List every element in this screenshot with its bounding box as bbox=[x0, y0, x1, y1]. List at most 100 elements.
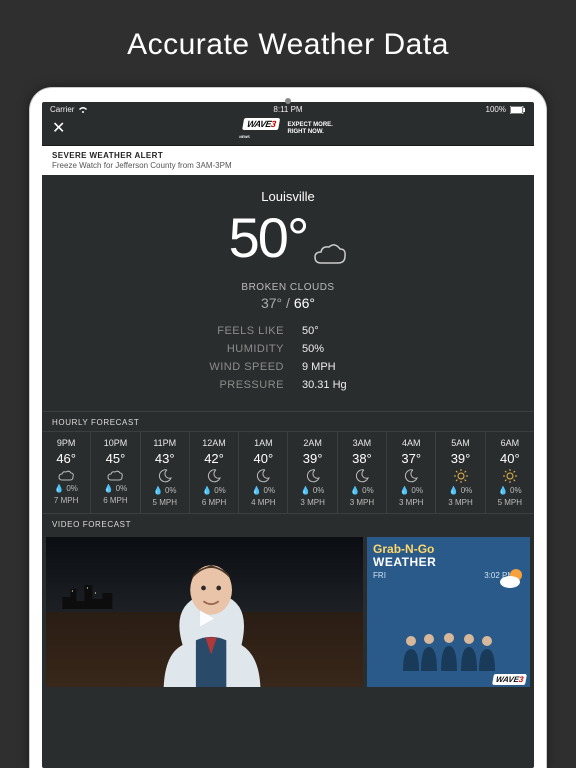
moon-icon bbox=[404, 469, 418, 483]
moon-icon bbox=[158, 469, 172, 483]
current-temperature: 50° bbox=[42, 210, 534, 276]
feels-like-value: 50° bbox=[302, 325, 402, 337]
hour-temp: 46° bbox=[56, 451, 76, 466]
hour-col[interactable]: 9PM 46° 💧0% 7 MPH bbox=[42, 432, 91, 513]
sun-icon bbox=[454, 469, 468, 483]
video-forecast-row: Grab-N-Go WEATHER FRI3:02 PM WAVE3 bbox=[42, 533, 534, 687]
cloud-icon bbox=[313, 220, 347, 276]
hour-temp: 39° bbox=[451, 451, 471, 466]
moon-icon bbox=[306, 469, 320, 483]
moon-icon bbox=[207, 469, 221, 483]
hour-temp: 38° bbox=[352, 451, 372, 466]
wind-label: WIND SPEED bbox=[174, 361, 284, 373]
hour-precip: 💧0% bbox=[104, 484, 128, 493]
video-header: VIDEO FORECAST bbox=[42, 514, 534, 533]
humidity-label: HUMIDITY bbox=[174, 343, 284, 355]
camera-dot bbox=[285, 98, 291, 104]
brand-logo[interactable]: WAVE3 NEWS EXPECT MORE. RIGHT NOW. bbox=[243, 118, 333, 140]
hour-time: 11PM bbox=[153, 438, 176, 448]
alert-message: Freeze Watch for Jefferson County from 3… bbox=[52, 161, 524, 170]
side-title-1: Grab-N-Go bbox=[373, 543, 524, 555]
wifi-icon bbox=[78, 106, 88, 114]
hour-precip: 💧0% bbox=[498, 486, 522, 495]
wind-value: 9 MPH bbox=[302, 361, 402, 373]
hour-col[interactable]: 6AM 40° 💧0% 5 MPH bbox=[486, 432, 534, 513]
cloud-icon bbox=[107, 469, 123, 481]
cloud-icon bbox=[58, 469, 74, 481]
hour-col[interactable]: 3AM 38° 💧0% 3 MPH bbox=[338, 432, 387, 513]
hourly-forecast[interactable]: 9PM 46° 💧0% 7 MPH 10PM 45° 💧0% 6 MPH 11PM 43° 💧0% 5… bbox=[42, 431, 534, 514]
hourly-header: HOURLY FORECAST bbox=[42, 411, 534, 431]
carrier-label: Carrier bbox=[50, 105, 74, 114]
status-time: 8:11 PM bbox=[110, 105, 466, 114]
hour-wind: 5 MPH bbox=[153, 498, 177, 507]
hour-col[interactable]: 11PM 43° 💧0% 5 MPH bbox=[141, 432, 190, 513]
hour-time: 6AM bbox=[501, 438, 520, 448]
hour-temp: 42° bbox=[204, 451, 224, 466]
video-main[interactable] bbox=[46, 537, 363, 687]
side-brand-logo: WAVE3 bbox=[492, 674, 527, 685]
play-icon[interactable] bbox=[192, 605, 218, 634]
hour-wind: 4 MPH bbox=[251, 498, 275, 507]
hour-col[interactable]: 12AM42°💧0%6 MPH bbox=[190, 432, 239, 513]
hour-col[interactable]: 2AM 39° 💧0% 3 MPH bbox=[288, 432, 337, 513]
hour-time: 3AM bbox=[353, 438, 372, 448]
current-conditions: Louisville 50° BROKEN CLOUDS 37° / 66° F… bbox=[42, 175, 534, 411]
pressure-label: PRESSURE bbox=[174, 379, 284, 391]
weather-alert-banner[interactable]: SEVERE WEATHER ALERT Freeze Watch for Je… bbox=[42, 146, 534, 175]
humidity-value: 50% bbox=[302, 343, 402, 355]
hour-precip: 💧0% bbox=[153, 486, 177, 495]
video-side[interactable]: Grab-N-Go WEATHER FRI3:02 PM WAVE3 bbox=[367, 537, 530, 687]
hour-wind: 5 MPH bbox=[498, 498, 522, 507]
team-graphic bbox=[367, 631, 530, 671]
hour-precip: 💧0% bbox=[301, 486, 325, 495]
hour-wind: 3 MPH bbox=[399, 498, 423, 507]
hero-title: Accurate Weather Data bbox=[0, 0, 576, 82]
hour-col[interactable]: 5AM39°💧0%3 MPH bbox=[436, 432, 485, 513]
tablet-frame: Carrier 8:11 PM 100% ✕ WAVE3 NEWS bbox=[30, 88, 546, 768]
nav-bar: ✕ WAVE3 NEWS EXPECT MORE. RIGHT NOW. bbox=[42, 117, 534, 146]
status-bar: Carrier 8:11 PM 100% bbox=[42, 102, 534, 117]
hour-time: 4AM bbox=[402, 438, 421, 448]
hour-wind: 3 MPH bbox=[350, 498, 374, 507]
hour-temp: 37° bbox=[401, 451, 421, 466]
hour-col[interactable]: 1AM 40° 💧0% 4 MPH bbox=[239, 432, 288, 513]
hour-precip: 💧0% bbox=[350, 486, 374, 495]
hour-wind: 6 MPH bbox=[103, 496, 127, 505]
battery-label: 100% bbox=[486, 105, 506, 114]
moon-icon bbox=[355, 469, 369, 483]
current-details: FEELS LIKE 50° HUMIDITY 50% WIND SPEED 9… bbox=[174, 325, 402, 391]
hour-col[interactable]: 4AM 37° 💧0% 3 MPH bbox=[387, 432, 436, 513]
brand-tagline: EXPECT MORE. RIGHT NOW. bbox=[288, 122, 333, 135]
hour-temp: 39° bbox=[303, 451, 323, 466]
hour-precip: 💧0% bbox=[449, 486, 473, 495]
hour-precip: 💧0% bbox=[399, 486, 423, 495]
hour-precip: 💧0% bbox=[54, 484, 78, 493]
pressure-value: 30.31 Hg bbox=[302, 379, 402, 391]
high-low: 37° / 66° bbox=[42, 295, 534, 311]
app-screen: Carrier 8:11 PM 100% ✕ WAVE3 NEWS bbox=[42, 102, 534, 768]
hour-temp: 40° bbox=[500, 451, 520, 466]
hour-time: 10PM bbox=[104, 438, 128, 448]
hour-temp: 43° bbox=[155, 451, 175, 466]
hour-time: 12AM bbox=[202, 438, 226, 448]
condition-label: BROKEN CLOUDS bbox=[42, 282, 534, 293]
hour-col[interactable]: 10PM 45° 💧0% 6 MPH bbox=[91, 432, 140, 513]
feels-like-label: FEELS LIKE bbox=[174, 325, 284, 337]
hour-time: 9PM bbox=[57, 438, 76, 448]
hour-precip: 💧0% bbox=[202, 486, 226, 495]
hour-precip: 💧0% bbox=[252, 486, 276, 495]
hour-time: 2AM bbox=[303, 438, 322, 448]
hour-temp: 45° bbox=[106, 451, 126, 466]
moon-icon bbox=[256, 469, 270, 483]
hour-time: 1AM bbox=[254, 438, 273, 448]
hour-wind: 7 MPH bbox=[54, 496, 78, 505]
battery-icon bbox=[510, 106, 526, 114]
hour-wind: 3 MPH bbox=[300, 498, 324, 507]
city-name: Louisville bbox=[42, 189, 534, 204]
hour-temp: 40° bbox=[254, 451, 274, 466]
alert-title: SEVERE WEATHER ALERT bbox=[52, 151, 524, 160]
sun-cloud-icon bbox=[498, 567, 526, 592]
close-icon[interactable]: ✕ bbox=[52, 121, 65, 137]
brand-logo-sub: NEWS bbox=[239, 136, 280, 140]
